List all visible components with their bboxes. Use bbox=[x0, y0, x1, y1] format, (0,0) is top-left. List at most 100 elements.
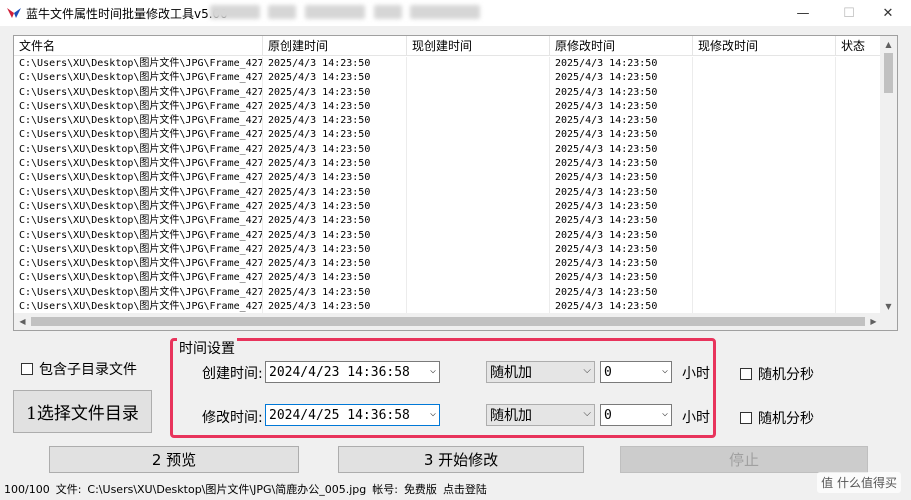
scroll-up-icon[interactable]: ▲ bbox=[880, 36, 897, 53]
table-row[interactable]: C:\Users\XU\Desktop\图片文件\JPG\Frame_427..… bbox=[14, 128, 882, 143]
column-header[interactable]: 现创建时间 bbox=[407, 36, 550, 56]
column-header[interactable]: 现修改时间 bbox=[693, 36, 836, 56]
table-row[interactable]: C:\Users\XU\Desktop\图片文件\JPG\Frame_427..… bbox=[14, 214, 882, 229]
include-subdirs-checkbox[interactable]: 包含子目录文件 bbox=[21, 359, 137, 379]
chevron-down-icon[interactable]: ⌵ bbox=[662, 408, 668, 419]
table-cell: 2025/4/3 14:23:50 bbox=[550, 128, 693, 143]
column-header[interactable]: 状态 bbox=[836, 36, 882, 56]
table-row[interactable]: C:\Users\XU\Desktop\图片文件\JPG\Frame_427..… bbox=[14, 114, 882, 129]
table-cell bbox=[693, 99, 836, 115]
table-cell: 2025/4/3 14:23:50 bbox=[550, 71, 693, 86]
table-cell: 2025/4/3 14:23:50 bbox=[263, 214, 407, 229]
table-row[interactable]: C:\Users\XU\Desktop\图片文件\JPG\Frame_427..… bbox=[14, 199, 882, 215]
column-header[interactable]: 原修改时间 bbox=[550, 36, 693, 56]
preview-button[interactable]: 2 预览 bbox=[49, 446, 299, 473]
modify-mode-select[interactable]: 随机加 ⌵ bbox=[486, 404, 595, 426]
login-link[interactable]: 点击登陆 bbox=[443, 481, 487, 497]
table-cell bbox=[407, 57, 550, 72]
scroll-thumb[interactable] bbox=[884, 53, 893, 93]
include-subdirs-label: 包含子目录文件 bbox=[39, 362, 137, 378]
table-cell: 2025/4/3 14:23:50 bbox=[263, 85, 407, 100]
create-amount-value: 0 bbox=[604, 364, 612, 380]
create-random-label: 随机分秒 bbox=[758, 367, 814, 383]
table-row[interactable]: C:\Users\XU\Desktop\图片文件\JPG\Frame_427..… bbox=[14, 157, 882, 172]
table-row[interactable]: C:\Users\XU\Desktop\图片文件\JPG\Frame_427..… bbox=[14, 185, 882, 200]
chevron-down-icon[interactable]: ⌵ bbox=[662, 365, 668, 376]
status-account-value: 免费版 bbox=[403, 483, 437, 496]
table-cell bbox=[836, 85, 882, 100]
start-modify-button[interactable]: 3 开始修改 bbox=[338, 446, 584, 473]
table-cell: 2025/4/3 14:23:50 bbox=[263, 71, 407, 86]
table-cell bbox=[693, 128, 836, 143]
table-row[interactable]: C:\Users\XU\Desktop\图片文件\JPG\Frame_427..… bbox=[14, 99, 882, 115]
table-cell bbox=[407, 128, 550, 143]
chevron-down-icon[interactable]: ⌵ bbox=[430, 408, 436, 419]
table-cell bbox=[407, 271, 550, 286]
window-title: 蓝牛文件属性时间批量修改工具v5.00 bbox=[26, 7, 228, 21]
stop-button[interactable]: 停止 bbox=[620, 446, 868, 473]
table-cell: C:\Users\XU\Desktop\图片文件\JPG\Frame_427..… bbox=[14, 185, 263, 200]
checkbox-box[interactable] bbox=[740, 412, 752, 424]
table-cell: C:\Users\XU\Desktop\图片文件\JPG\Frame_427..… bbox=[14, 85, 263, 100]
status-file-label: 文件: bbox=[55, 483, 82, 496]
column-header[interactable]: 文件名 bbox=[14, 36, 263, 56]
chevron-down-icon[interactable]: ⌵ bbox=[430, 365, 436, 376]
scroll-left-icon[interactable]: ◀ bbox=[14, 313, 31, 330]
table-cell bbox=[693, 242, 836, 258]
table-row[interactable]: C:\Users\XU\Desktop\图片文件\JPG\Frame_427..… bbox=[14, 228, 882, 243]
table-cell: C:\Users\XU\Desktop\图片文件\JPG\Frame_427..… bbox=[14, 242, 263, 258]
table-cell bbox=[836, 57, 882, 72]
table-cell bbox=[407, 157, 550, 172]
select-directory-button[interactable]: 1选择文件目录 bbox=[13, 390, 152, 433]
close-button[interactable]: ✕ bbox=[865, 0, 911, 26]
table-cell bbox=[693, 71, 836, 86]
table-cell: 2025/4/3 14:23:50 bbox=[263, 257, 407, 272]
table-cell bbox=[407, 185, 550, 200]
table-cell bbox=[693, 228, 836, 243]
table-row[interactable]: C:\Users\XU\Desktop\图片文件\JPG\Frame_427..… bbox=[14, 71, 882, 86]
file-list[interactable]: 文件名 原创建时间 现创建时间 原修改时间 现修改时间 状态 C:\Users\… bbox=[13, 35, 898, 331]
table-cell: C:\Users\XU\Desktop\图片文件\JPG\Frame_427..… bbox=[14, 285, 263, 301]
table-row[interactable]: C:\Users\XU\Desktop\图片文件\JPG\Frame_427..… bbox=[14, 85, 882, 100]
modify-mode-value: 随机加 bbox=[490, 408, 532, 424]
create-random-checkbox[interactable]: 随机分秒 bbox=[740, 364, 814, 384]
create-time-label: 创建时间: bbox=[202, 366, 263, 382]
checkbox-box[interactable] bbox=[740, 368, 752, 380]
table-cell bbox=[693, 214, 836, 229]
table-cell: 2025/4/3 14:23:50 bbox=[550, 142, 693, 158]
table-cell: C:\Users\XU\Desktop\图片文件\JPG\Frame_427..… bbox=[14, 57, 263, 72]
minimize-button[interactable]: — bbox=[780, 0, 826, 26]
modify-random-checkbox[interactable]: 随机分秒 bbox=[740, 408, 814, 428]
checkbox-box[interactable] bbox=[21, 363, 33, 375]
table-row[interactable]: C:\Users\XU\Desktop\图片文件\JPG\Frame_427..… bbox=[14, 171, 882, 186]
modify-amount-select[interactable]: 0 ⌵ bbox=[600, 404, 672, 426]
status-bar: 100/100 文件: C:\Users\XU\Desktop\图片文件\JPG… bbox=[0, 478, 911, 500]
table-cell: 2025/4/3 14:23:50 bbox=[550, 99, 693, 115]
table-row[interactable]: C:\Users\XU\Desktop\图片文件\JPG\Frame_427..… bbox=[14, 285, 882, 301]
create-time-picker[interactable]: 2024/4/23 14:36:58 ⌵ bbox=[265, 361, 440, 383]
horizontal-scrollbar[interactable]: ◀ ▶ bbox=[14, 313, 882, 330]
chevron-down-icon[interactable]: ⌵ bbox=[583, 365, 591, 376]
table-row[interactable]: C:\Users\XU\Desktop\图片文件\JPG\Frame_427..… bbox=[14, 142, 882, 158]
create-mode-select[interactable]: 随机加 ⌵ bbox=[486, 361, 595, 383]
table-cell bbox=[407, 142, 550, 158]
scroll-thumb[interactable] bbox=[31, 317, 865, 326]
vertical-scrollbar[interactable]: ▲ ▼ bbox=[880, 36, 897, 315]
file-list-body: C:\Users\XU\Desktop\图片文件\JPG\Frame_427..… bbox=[14, 57, 882, 315]
table-row[interactable]: C:\Users\XU\Desktop\图片文件\JPG\Frame_427..… bbox=[14, 271, 882, 286]
modify-unit-label: 小时 bbox=[682, 410, 710, 426]
table-cell bbox=[836, 214, 882, 229]
table-row[interactable]: C:\Users\XU\Desktop\图片文件\JPG\Frame_427..… bbox=[14, 57, 882, 72]
chevron-down-icon[interactable]: ⌵ bbox=[583, 408, 591, 419]
modify-amount-value: 0 bbox=[604, 407, 612, 423]
create-amount-select[interactable]: 0 ⌵ bbox=[600, 361, 672, 383]
blurred-region bbox=[268, 5, 296, 19]
table-cell bbox=[836, 114, 882, 129]
table-cell: 2025/4/3 14:23:50 bbox=[263, 171, 407, 186]
modify-time-picker[interactable]: 2024/4/25 14:36:58 ⌵ bbox=[265, 404, 440, 426]
table-row[interactable]: C:\Users\XU\Desktop\图片文件\JPG\Frame_427..… bbox=[14, 242, 882, 258]
column-header[interactable]: 原创建时间 bbox=[263, 36, 407, 56]
app-logo-icon bbox=[7, 8, 21, 18]
table-cell: 2025/4/3 14:23:50 bbox=[263, 228, 407, 243]
table-row[interactable]: C:\Users\XU\Desktop\图片文件\JPG\Frame_427..… bbox=[14, 257, 882, 272]
